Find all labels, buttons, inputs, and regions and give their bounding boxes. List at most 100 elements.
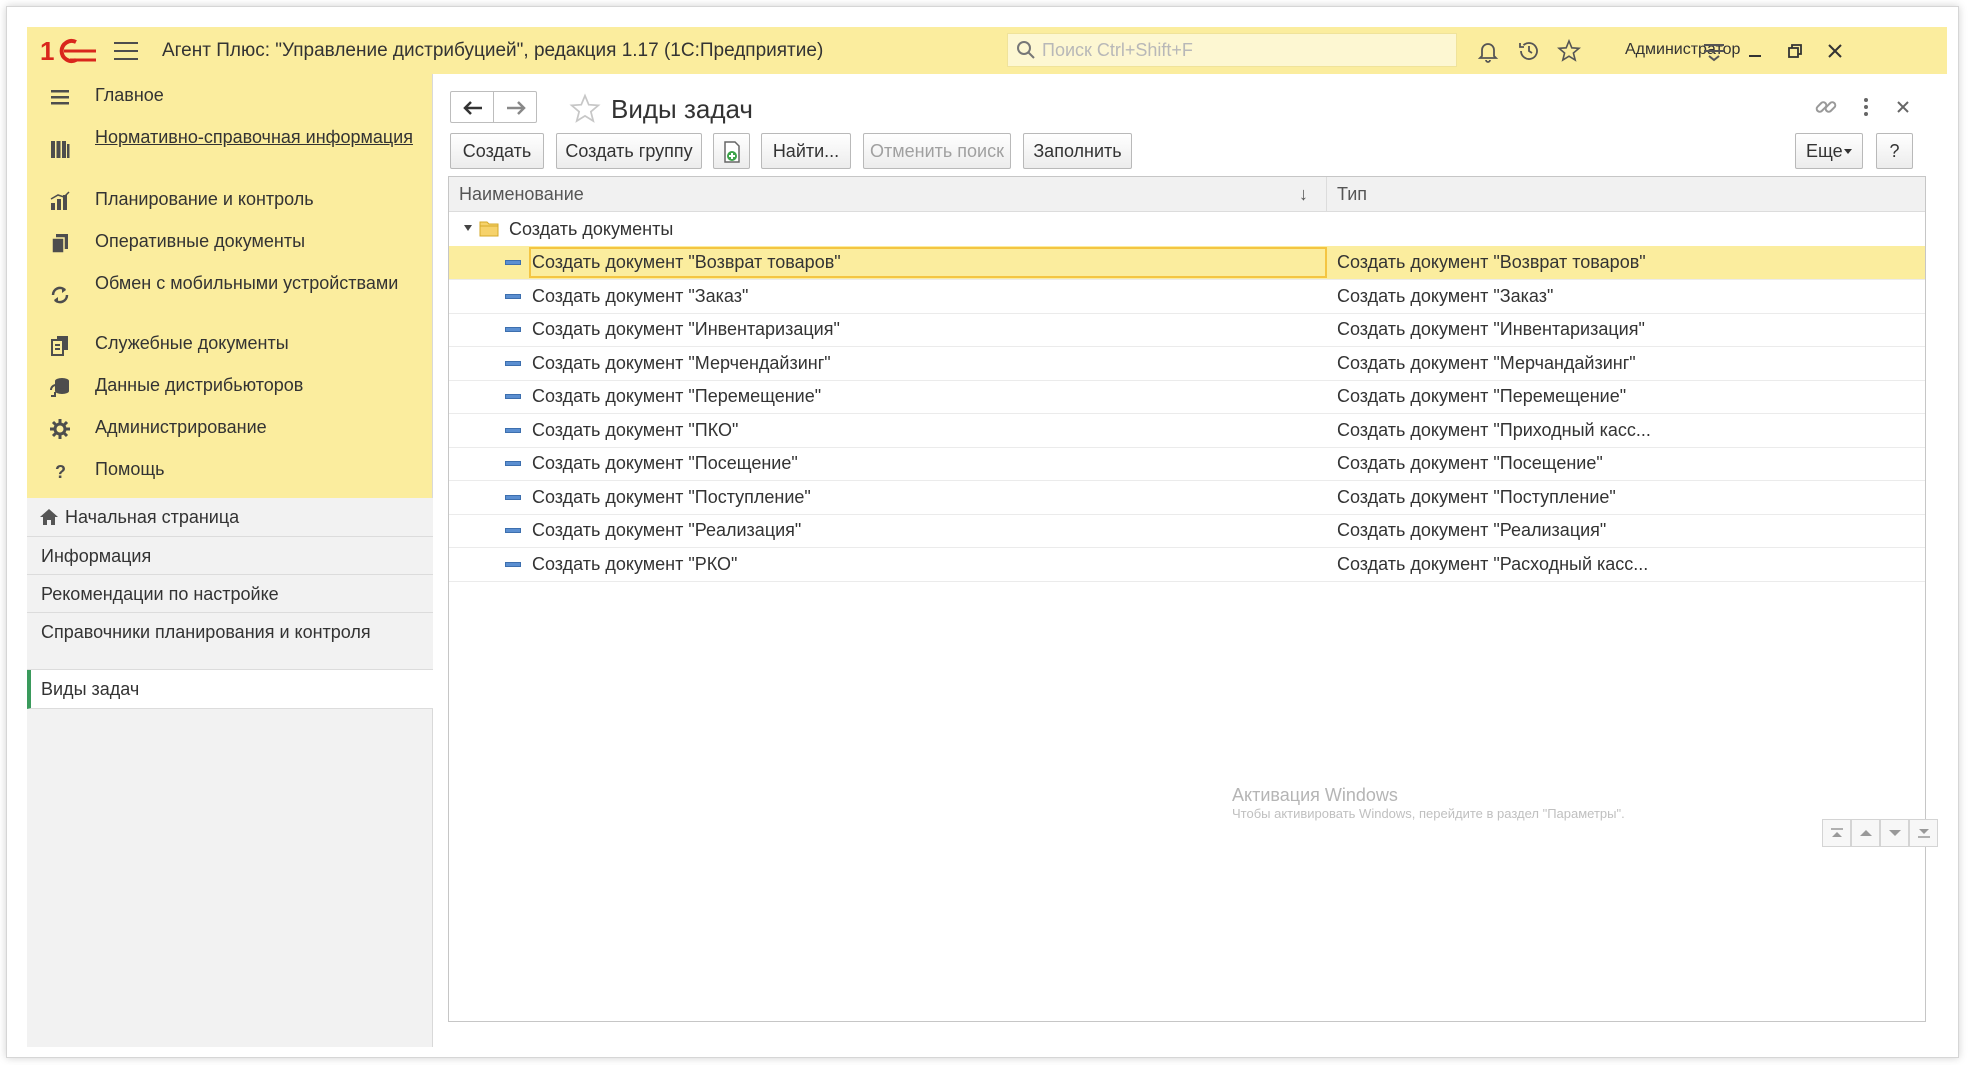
folder-icon: [479, 221, 499, 237]
section-operational-documents[interactable]: Оперативные документы: [27, 230, 433, 270]
catalog-item-icon: [505, 327, 521, 332]
cancel-search-button[interactable]: Отменить поиск: [863, 133, 1011, 169]
section-distributor-data[interactable]: Данные дистрибьюторов: [27, 374, 433, 414]
minimize-icon[interactable]: [1743, 39, 1767, 63]
add-to-favorites-star-icon[interactable]: [569, 93, 601, 125]
1c-logo-icon[interactable]: 1: [40, 36, 98, 66]
open-page-label: Виды задач: [41, 679, 140, 699]
column-header-type[interactable]: Тип: [1327, 177, 1925, 212]
open-page-planning-references[interactable]: Справочники планирования и контроля: [27, 613, 433, 670]
section-label: Администрирование: [95, 417, 267, 437]
scroll-to-bottom-button[interactable]: [1909, 819, 1938, 847]
back-button[interactable]: [450, 91, 494, 123]
home-icon: [40, 509, 58, 525]
app-title: Агент Плюс: "Управление дистрибуцией", р…: [162, 39, 824, 61]
sync-icon: [49, 284, 71, 306]
settings-menu-icon[interactable]: [1702, 39, 1726, 63]
catalog-item-icon: [505, 361, 521, 366]
section-label: Обмен с мобильными устройствами: [95, 273, 399, 293]
cell-type: Создать документ "Мерчандайзинг": [1337, 353, 1636, 373]
windows-activation-subtitle: Чтобы активировать Windows, перейдите в …: [1232, 806, 1625, 821]
cell-type: Создать документ "Посещение": [1337, 453, 1603, 473]
table-row[interactable]: Создать документ "РКО" Создать документ …: [449, 548, 1925, 582]
section-planning[interactable]: Планирование и контроль: [27, 188, 433, 228]
create-group-button[interactable]: Создать группу: [556, 133, 702, 169]
table-row[interactable]: Создать документ "Посещение" Создать док…: [449, 447, 1925, 481]
global-search[interactable]: [1007, 33, 1457, 67]
link-icon[interactable]: [1813, 94, 1839, 120]
up-arrow-icon: [1859, 830, 1872, 836]
sort-arrow-down-icon: ↓: [1299, 184, 1308, 204]
section-mobile-exchange[interactable]: Обмен с мобильными устройствами: [27, 272, 433, 324]
forward-button[interactable]: [493, 91, 537, 123]
help-button[interactable]: ?: [1876, 133, 1913, 169]
column-header-name[interactable]: Наименование ↓: [449, 177, 1327, 212]
open-page-task-types[interactable]: Виды задач: [27, 670, 433, 709]
cell-type: Создать документ "Поступление": [1337, 487, 1616, 507]
table-row[interactable]: Создать документ "Поступление" Создать д…: [449, 481, 1925, 515]
cell-type: Создать документ "Возврат товаров": [1337, 252, 1646, 272]
menu-lines-icon: [49, 86, 71, 108]
table-row[interactable]: Создать документ "Возврат товаров" Созда…: [449, 246, 1925, 280]
search-input[interactable]: [1042, 39, 1442, 61]
favorites-star-icon[interactable]: [1556, 38, 1582, 63]
close-window-icon[interactable]: [1823, 39, 1847, 63]
open-page-label: Справочники планирования и контроля: [41, 622, 371, 642]
open-page-home[interactable]: Начальная страница: [27, 498, 433, 537]
sidebar: Главное Нормативно-справочная информация…: [27, 74, 433, 1047]
section-administration[interactable]: Администрирование: [27, 416, 433, 456]
table-row[interactable]: Создать документ "Реализация" Создать до…: [449, 514, 1925, 548]
table-row[interactable]: Создать документ "Заказ" Создать докумен…: [449, 280, 1925, 314]
cell-name: Создать документ "Посещение": [532, 453, 798, 473]
bell-icon[interactable]: [1476, 39, 1500, 63]
more-actions-icon[interactable]: [1853, 94, 1879, 120]
table-row[interactable]: Создать документ "Инвентаризация" Создат…: [449, 313, 1925, 347]
find-button[interactable]: Найти...: [761, 133, 851, 169]
scroll-up-button[interactable]: [1851, 819, 1880, 847]
windows-activation-title: Активация Windows: [1232, 785, 1398, 805]
restore-window-icon[interactable]: [1783, 39, 1807, 63]
more-button[interactable]: Еще: [1795, 133, 1863, 169]
scroll-down-button[interactable]: [1880, 819, 1909, 847]
open-page-setup-recommendations[interactable]: Рекомендации по настройке: [27, 575, 433, 613]
svg-text:?: ?: [55, 462, 66, 482]
fill-button[interactable]: Заполнить: [1023, 133, 1132, 169]
main-menu-icon[interactable]: [114, 41, 138, 60]
table-row[interactable]: Создать документ "Мерчендайзинг" Создать…: [449, 347, 1925, 381]
table-header: Наименование ↓ Тип: [449, 177, 1925, 212]
cell-name: Создать документ "Мерчендайзинг": [532, 353, 831, 373]
bar-chart-icon: [49, 190, 71, 212]
section-label: Нормативно-справочная информация: [95, 127, 413, 147]
add-copy-icon: [724, 141, 740, 163]
section-reference-data[interactable]: Нормативно-справочная информация: [27, 126, 433, 178]
section-main[interactable]: Главное: [27, 84, 433, 124]
cell-type: Создать документ "Приходный касс...: [1337, 420, 1651, 440]
cell-name: Создать документ "Заказ": [532, 286, 749, 306]
close-form-icon[interactable]: [1890, 94, 1916, 120]
task-types-table: Наименование ↓ Тип Создать документы Соз…: [448, 176, 1926, 1022]
table-row[interactable]: Создать документ "Перемещение" Создать д…: [449, 380, 1925, 414]
distributor-data-icon: [49, 376, 71, 398]
cell-name: Создать документ "Поступление": [532, 487, 811, 507]
create-button[interactable]: Создать: [450, 133, 544, 169]
section-service-documents[interactable]: Служебные документы: [27, 332, 433, 372]
expand-triangle-icon[interactable]: [464, 225, 472, 231]
table-row[interactable]: Создать документ "ПКО" Создать документ …: [449, 414, 1925, 448]
section-label: Оперативные документы: [95, 231, 306, 251]
scroll-to-top-button[interactable]: [1822, 819, 1851, 847]
svg-text:1: 1: [40, 36, 54, 66]
list-scroll-navigation: [1822, 819, 1938, 849]
copy-button[interactable]: [713, 133, 750, 169]
section-label: Служебные документы: [95, 333, 289, 353]
main-content: Виды задач Создать Создать группу Найти.…: [433, 74, 1947, 1047]
more-button-label: Еще: [1806, 141, 1843, 161]
catalog-item-icon: [505, 562, 521, 567]
question-icon: ?: [49, 460, 71, 482]
group-row[interactable]: Создать документы: [449, 212, 1925, 246]
history-icon[interactable]: [1517, 39, 1541, 63]
open-page-information[interactable]: Информация: [27, 537, 433, 575]
cell-type: Создать документ "Перемещение": [1337, 386, 1627, 406]
section-help[interactable]: ? Помощь: [27, 458, 433, 498]
cell-name: Создать документ "Возврат товаров": [529, 247, 1327, 278]
dropdown-arrow-icon: [1844, 149, 1852, 154]
